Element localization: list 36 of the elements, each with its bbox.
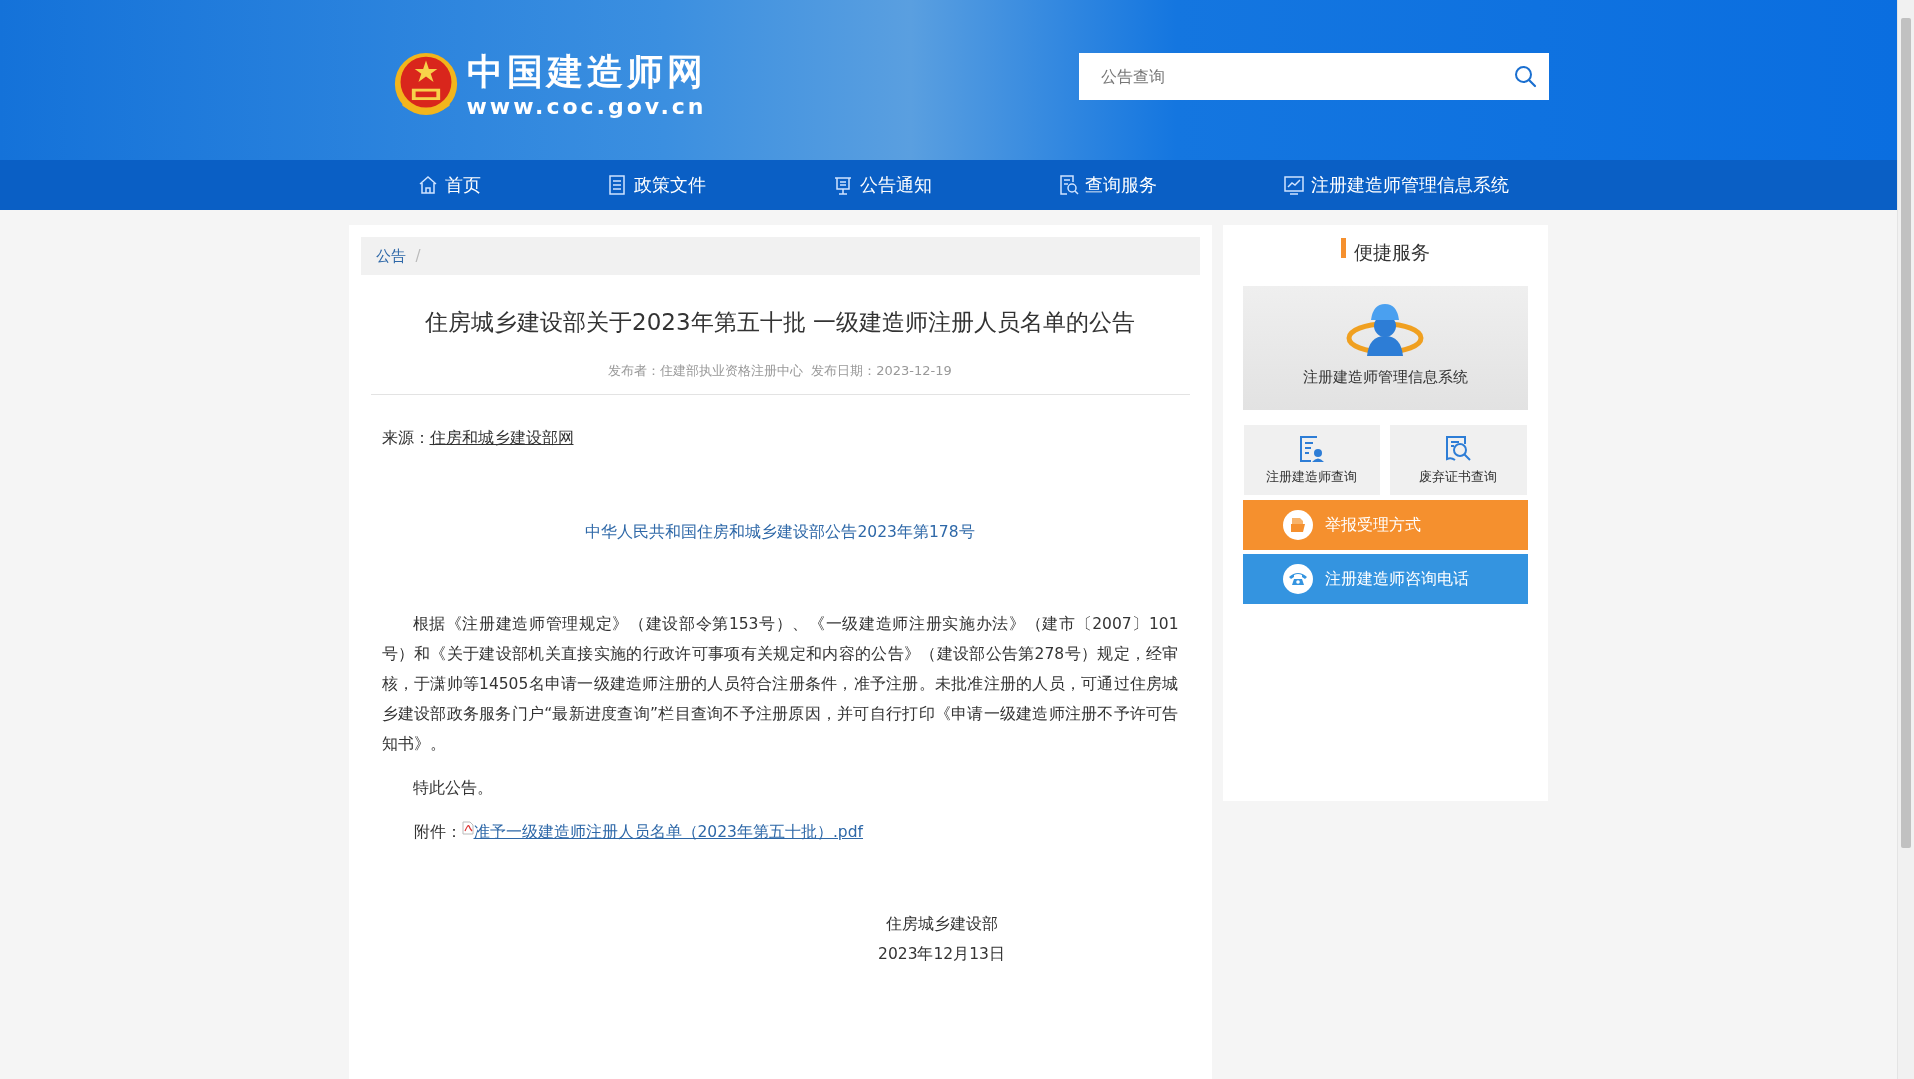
- query-tile[interactable]: 废弃证书查询: [1390, 425, 1527, 495]
- document-icon: [606, 174, 628, 196]
- paragraph: 特此公告。: [411, 778, 494, 799]
- scrollbar[interactable]: [1897, 0, 1914, 1079]
- nav-link[interactable]: 公告通知: [831, 173, 932, 197]
- breadcrumb-link[interactable]: 公告: [375, 246, 406, 266]
- search-icon[interactable]: [1512, 63, 1537, 88]
- signature-org: 住房城乡建设部: [884, 914, 999, 935]
- system-banner[interactable]: 注册建造师管理信息系统: [1242, 286, 1528, 410]
- site-url[interactable]: www.coc.gov.cn: [466, 93, 707, 119]
- notice-number: 中华人民共和国住房和城乡建设部公告2023年第178号: [584, 522, 976, 543]
- article-title: 住房城乡建设部关于2023年第五十批 一级建造师注册人员名单的公告: [424, 308, 1136, 337]
- pdf-icon: [461, 821, 474, 835]
- paragraph: 根据《注册建造师管理规定》（建设部令第153号）、《一级建造师注册实施办法》（建市〔2007〕101号）和《关于建设部机关直接实施的行政许可事项有关规定和内容的公告》（建设部公告第278号）规定，经审核，于潇帅等14505名申请一级建造师注册的人员符合注册条件，准予注册。未批准注册的人员，可通过住房城乡建设部政务服务门户“最新进度查询”栏目查询不予注册原因，并可自行打印《申请一级建造师注册不予许可告知书》。: [381, 614, 1179, 755]
- signature-date: 2023年12月13日: [877, 944, 1006, 965]
- folder-icon: [1282, 510, 1313, 540]
- nav-link[interactable]: 政策文件: [606, 173, 706, 197]
- attachment-label: 附件：: [413, 822, 462, 843]
- service-button[interactable]: 注册建造师咨询电话: [1242, 554, 1528, 604]
- nav-link[interactable]: 注册建造师管理信息系统: [1282, 173, 1509, 197]
- source-label: 来源：: [381, 429, 430, 447]
- search-document-icon: [1057, 174, 1079, 196]
- nav-link[interactable]: 首页: [416, 173, 481, 197]
- sidebar-title: 便捷服务: [1353, 240, 1430, 265]
- accent-bar: [1340, 238, 1346, 258]
- phone-icon: [1282, 564, 1313, 594]
- source-link[interactable]: 住房和城乡建设部网: [429, 429, 574, 447]
- breadcrumb-separator: /: [415, 247, 421, 265]
- article-meta: 发布日期：2023-12-19: [811, 362, 952, 380]
- query-tile[interactable]: 注册建造师查询: [1243, 425, 1380, 495]
- attachment-link[interactable]: 准予一级建造师注册人员名单（2023年第五十批）.pdf: [473, 817, 863, 847]
- site-title[interactable]: 中国建造师网: [466, 49, 707, 94]
- search-field[interactable]: 公告查询: [1078, 52, 1549, 100]
- nav-link[interactable]: 查询服务: [1057, 173, 1157, 197]
- chart-icon: [1282, 174, 1305, 196]
- article-meta: 发布者：住建部执业资格注册中心: [608, 362, 804, 380]
